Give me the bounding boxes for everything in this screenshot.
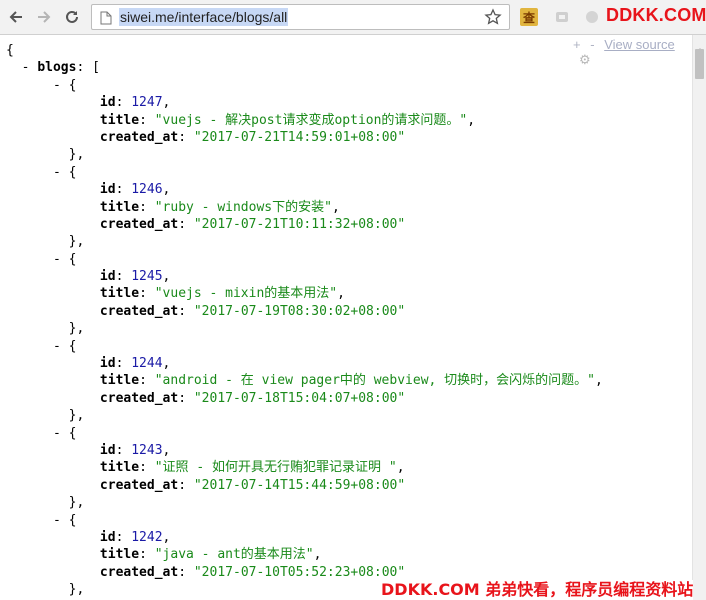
json-string: "android - 在 view pager中的 webview, 切换时，会…: [154, 373, 595, 389]
blog-item: - { id: 1247, title: "vuejs - 解决post请求变成…: [6, 77, 603, 164]
json-string: "2017-07-19T08:30:02+08:00": [193, 303, 406, 319]
json-tree: { - blogs: [ - { id: 1247, title: "vuejs…: [6, 42, 603, 599]
json-key: id: [99, 442, 116, 458]
watermark-logo: DDKK.COM: [606, 5, 706, 25]
json-key: blogs: [37, 60, 77, 76]
blog-item: - { id: 1243, title: "证照 - 如何开具无行贿犯罪记录证明…: [6, 425, 603, 512]
json-object-open: - {: [52, 512, 77, 528]
json-object-open: - {: [52, 425, 77, 441]
back-icon[interactable]: [6, 7, 26, 27]
json-object-close: },: [6, 234, 85, 250]
json-string: "vuejs - 解决post请求变成option的请求问题。": [154, 112, 468, 128]
json-key: created_at: [99, 477, 179, 493]
json-items: - { id: 1247, title: "vuejs - 解决post请求变成…: [6, 77, 603, 599]
vertical-scrollbar[interactable]: [692, 35, 706, 600]
json-field-id: id: 1242,: [99, 529, 171, 545]
json-key: id: [99, 356, 116, 372]
page-icon: [100, 10, 112, 29]
json-field-created-at: created_at: "2017-07-18T15:04:07+08:00": [99, 390, 406, 406]
json-object-open: - {: [52, 164, 77, 180]
json-field-title: title: "证照 - 如何开具无行贿犯罪记录证明 ",: [99, 460, 405, 476]
json-field-created-at: created_at: "2017-07-10T05:52:23+08:00": [99, 564, 406, 580]
json-object-open: - {: [52, 338, 77, 354]
json-field-created-at: created_at: "2017-07-14T15:44:59+08:00": [99, 477, 406, 493]
json-field-title: title: "android - 在 view pager中的 webview…: [99, 373, 603, 389]
json-number: 1244: [131, 356, 163, 372]
json-field-title: title: "vuejs - mixin的基本用法",: [99, 286, 345, 302]
json-field-id: id: 1246,: [99, 182, 171, 198]
json-string: "java - ant的基本用法": [154, 547, 314, 563]
extension-icon[interactable]: [583, 8, 601, 26]
json-field-title: title: "ruby - windows下的安装",: [99, 199, 340, 215]
json-key: id: [99, 182, 116, 198]
json-key: created_at: [99, 564, 179, 580]
forward-icon[interactable]: [34, 7, 54, 27]
json-key: created_at: [99, 129, 179, 145]
json-string: "ruby - windows下的安装": [154, 199, 332, 215]
json-field-id: id: 1247,: [99, 95, 171, 111]
json-key: title: [99, 199, 140, 215]
extension-icon[interactable]: [553, 8, 571, 26]
json-string: "2017-07-18T15:04:07+08:00": [193, 390, 406, 406]
json-field-created-at: created_at: "2017-07-21T14:59:01+08:00": [99, 129, 406, 145]
address-bar[interactable]: siwei.me/interface/blogs/all: [91, 4, 510, 30]
json-field-created-at: created_at: "2017-07-21T10:11:32+08:00": [99, 216, 406, 232]
json-key: created_at: [99, 390, 179, 406]
json-number: 1246: [131, 182, 163, 198]
collapse-toggle[interactable]: -: [53, 426, 61, 441]
json-string: "vuejs - mixin的基本用法": [154, 286, 338, 302]
watermark-banner: DDKK.COM 弟弟快看，程序员编程资料站: [381, 580, 694, 600]
json-key: id: [99, 269, 116, 285]
url-text[interactable]: siwei.me/interface/blogs/all: [119, 8, 289, 26]
json-number: 1245: [131, 269, 163, 285]
bookmark-star-icon[interactable]: [484, 8, 502, 30]
json-key: created_at: [99, 216, 179, 232]
scrollbar-thumb[interactable]: [695, 49, 704, 79]
json-field-title: title: "java - ant的基本用法",: [99, 547, 322, 563]
json-object-open: - {: [52, 251, 77, 267]
json-open-brace: {: [6, 43, 14, 58]
json-key: title: [99, 286, 140, 302]
json-string: "2017-07-10T05:52:23+08:00": [193, 564, 406, 580]
collapse-toggle[interactable]: -: [53, 165, 61, 180]
json-object-open: - {: [52, 77, 77, 93]
json-string: "证照 - 如何开具无行贿犯罪记录证明 ": [154, 460, 397, 476]
blog-item: - { id: 1245, title: "vuejs - mixin的基本用法…: [6, 251, 603, 338]
json-key: title: [99, 460, 140, 476]
json-open-bracket: [: [92, 60, 100, 76]
json-key: title: [99, 112, 140, 128]
browser-toolbar: siwei.me/interface/blogs/all 查 DDKK.COM: [0, 0, 706, 35]
json-object-close: },: [6, 147, 85, 163]
view-source-link[interactable]: View source: [604, 37, 675, 52]
json-string: "2017-07-14T15:44:59+08:00": [193, 477, 406, 493]
json-key: id: [99, 529, 116, 545]
json-root-key-line: - blogs: [: [21, 60, 100, 76]
reload-icon[interactable]: [62, 7, 82, 27]
collapse-toggle[interactable]: -: [53, 78, 61, 93]
json-number: 1242: [131, 529, 163, 545]
json-key: title: [99, 373, 140, 389]
blog-item: - { id: 1246, title: "ruby - windows下的安装…: [6, 164, 603, 251]
collapse-toggle[interactable]: -: [53, 252, 61, 267]
json-key: id: [99, 95, 116, 111]
json-number: 1243: [131, 442, 163, 458]
json-string: "2017-07-21T14:59:01+08:00": [193, 129, 406, 145]
json-field-title: title: "vuejs - 解决post请求变成option的请求问题。",: [99, 112, 476, 128]
translate-extension-icon[interactable]: 查: [520, 8, 538, 26]
json-object-close: },: [6, 495, 85, 511]
json-field-id: id: 1245,: [99, 269, 171, 285]
json-field-created-at: created_at: "2017-07-19T08:30:02+08:00": [99, 303, 406, 319]
json-key: created_at: [99, 303, 179, 319]
json-object-close: },: [6, 321, 85, 337]
collapse-toggle[interactable]: -: [53, 339, 61, 354]
collapse-toggle[interactable]: -: [53, 513, 61, 528]
json-viewer: + - View source ⚙ { - blogs: [ - { id: 1…: [0, 35, 692, 600]
blog-item: - { id: 1244, title: "android - 在 view p…: [6, 338, 603, 425]
json-key: title: [99, 547, 140, 563]
json-number: 1247: [131, 95, 163, 111]
json-field-id: id: 1244,: [99, 356, 171, 372]
json-field-id: id: 1243,: [99, 442, 171, 458]
json-object-close: },: [6, 408, 85, 424]
json-string: "2017-07-21T10:11:32+08:00": [193, 216, 406, 232]
